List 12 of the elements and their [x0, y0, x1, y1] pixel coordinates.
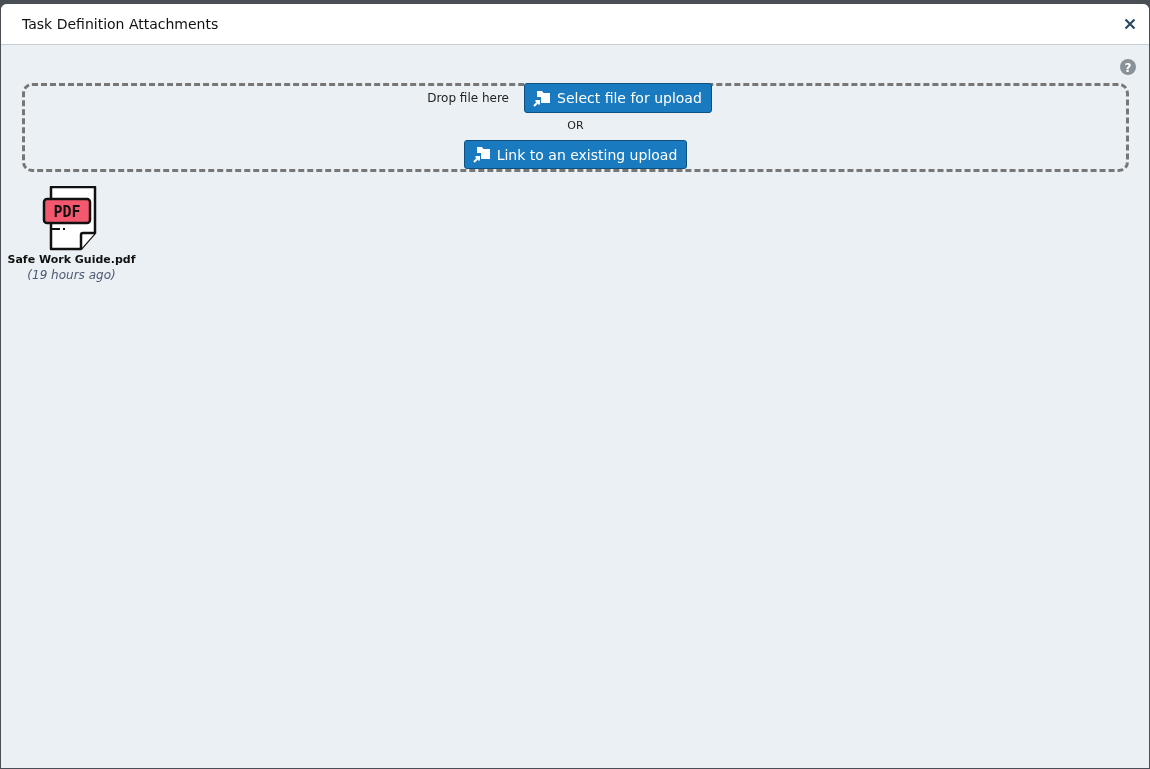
file-name[interactable]: Safe Work Guide.pdf	[7, 253, 136, 266]
close-icon[interactable]	[1124, 18, 1136, 30]
drop-hint: Drop file here	[427, 91, 509, 105]
folder-upload-icon	[533, 89, 551, 107]
folder-upload-icon	[472, 146, 491, 163]
or-separator: OR	[567, 119, 584, 132]
link-upload-button[interactable]: Link to an existing upload	[463, 140, 688, 169]
help-icon[interactable]: ?	[1120, 59, 1136, 75]
upload-age: (19 hours ago)	[27, 268, 116, 282]
drop-zone[interactable]: Drop file here Select file for upload OR Link to an existing upload	[22, 83, 1129, 172]
select-file-button[interactable]: Select file for upload	[524, 83, 712, 113]
dialog-title: Task Definition Attachments	[22, 16, 219, 32]
